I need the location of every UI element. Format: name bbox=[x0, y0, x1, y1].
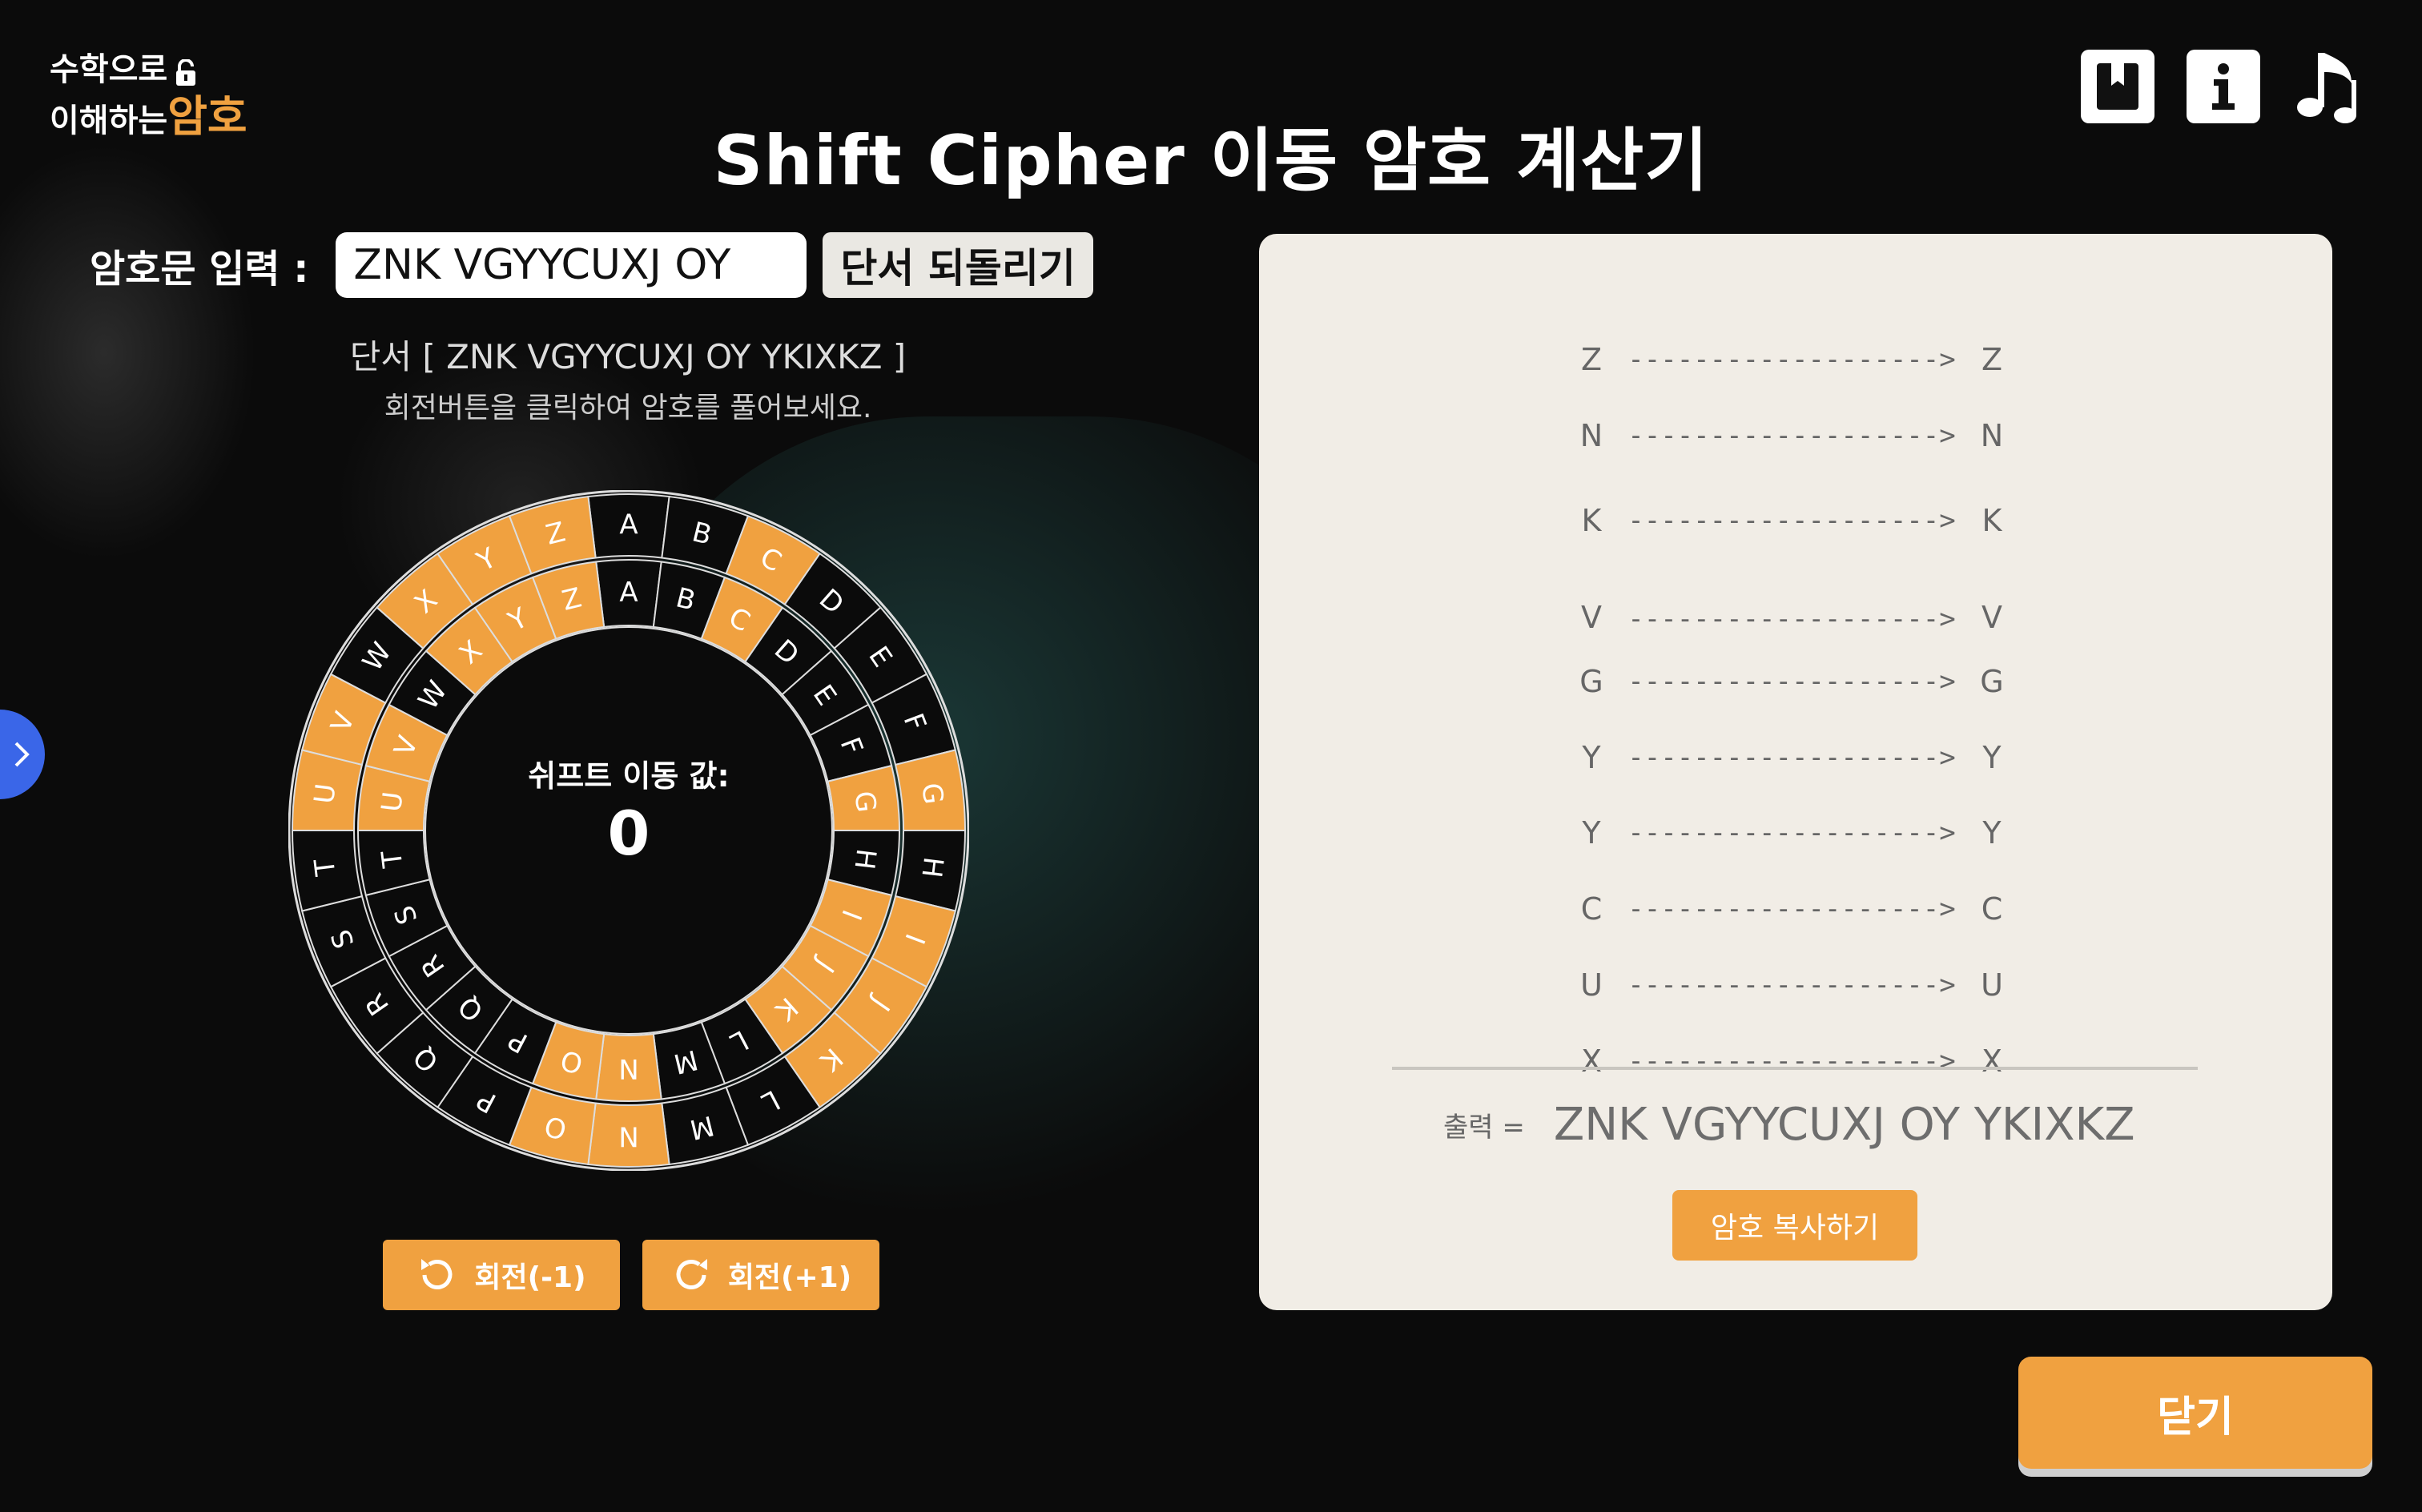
wheel-letter: H bbox=[915, 855, 949, 879]
side-panel-toggle[interactable] bbox=[0, 710, 45, 799]
wheel-letter: A bbox=[619, 577, 638, 609]
wheel-letter: N bbox=[618, 1120, 638, 1152]
mapping-arrow: -------------------> bbox=[1627, 741, 1956, 774]
mapping-from: Y bbox=[1582, 815, 1601, 851]
mapping-from: Y bbox=[1582, 739, 1601, 775]
bookmark-button[interactable] bbox=[2081, 50, 2154, 123]
revert-clue-button[interactable]: 단서 되돌리기 bbox=[823, 232, 1093, 298]
mapping-to: U bbox=[1981, 967, 2003, 1003]
close-button[interactable]: 닫기 bbox=[2018, 1357, 2372, 1469]
rotate-ccw-icon bbox=[421, 1259, 453, 1289]
mapping-to: V bbox=[1981, 600, 2002, 636]
cipher-text-input[interactable]: ZNK VGYYCUXJ OY bbox=[336, 232, 807, 298]
wheel-letter: G bbox=[847, 790, 882, 814]
mapping-to: Z bbox=[1981, 342, 2003, 378]
mapping-list[interactable]: Z -------------------> Z N -----------------… bbox=[1555, 322, 2036, 1099]
output-text: ZNK VGYYCUXJ OY YKIXKZ bbox=[1553, 1099, 2135, 1151]
mapping-row: Y -------------------> Y bbox=[1555, 719, 2036, 795]
cipher-input-label: 암호문 입력 : bbox=[90, 247, 309, 292]
wheel-letter: H bbox=[847, 847, 882, 871]
clue-text: 단서 [ ZNK VGYYCUXJ OY YKIXKZ ] bbox=[349, 337, 907, 376]
music-button[interactable] bbox=[2292, 50, 2366, 123]
mapping-from: C bbox=[1580, 891, 1603, 927]
rotate-controls: 회전(-1) 회전(+1) bbox=[383, 1240, 879, 1310]
mapping-row: X -------------------> X bbox=[1555, 1023, 2036, 1099]
mapping-to: N bbox=[1980, 418, 2004, 454]
mapping-to: K bbox=[1981, 503, 2002, 539]
mapping-arrow: -------------------> bbox=[1627, 968, 1956, 1001]
mapping-from: Z bbox=[1580, 342, 1603, 378]
shift-value: 0 bbox=[608, 798, 650, 869]
rotate-plus-label: 회전(+1) bbox=[727, 1261, 852, 1294]
music-note-icon bbox=[2297, 53, 2356, 123]
mapping-from: G bbox=[1579, 663, 1603, 699]
rotate-cw-icon bbox=[676, 1259, 707, 1289]
mapping-from: V bbox=[1581, 600, 1602, 636]
mapping-from: K bbox=[1581, 503, 1602, 539]
mapping-arrow: -------------------> bbox=[1627, 893, 1956, 926]
wheel-letter: A bbox=[619, 509, 638, 541]
mapping-row: V -------------------> V bbox=[1555, 568, 2036, 644]
cipher-wheel: A BCDEFGHIJKLMNOPQRSTUVWXYZA BCDEFGHIJKLMN… bbox=[288, 490, 969, 1171]
mapping-arrow: -------------------> bbox=[1627, 344, 1956, 376]
mapping-arrow: -------------------> bbox=[1627, 420, 1956, 452]
shift-value-label: 쉬프트 이동 값: bbox=[528, 758, 729, 794]
mapping-arrow: -------------------> bbox=[1627, 665, 1956, 698]
mapping-arrow: -------------------> bbox=[1627, 817, 1956, 850]
mapping-to: Y bbox=[1982, 739, 2002, 775]
top-toolbar bbox=[2081, 50, 2366, 123]
mapping-arrow: -------------------> bbox=[1627, 505, 1956, 537]
rotate-minus-label: 회전(-1) bbox=[474, 1261, 586, 1294]
mapping-row: N -------------------> N bbox=[1555, 398, 2036, 474]
mapping-row: Z -------------------> Z bbox=[1555, 322, 2036, 398]
mapping-from: X bbox=[1580, 1043, 1603, 1079]
wheel-letter: G bbox=[915, 782, 949, 806]
cipher-input-row: 암호문 입력 : ZNK VGYYCUXJ OY 단서 되돌리기 bbox=[90, 232, 1093, 298]
wheel-letter: U bbox=[308, 782, 343, 806]
mapping-arrow: -------------------> bbox=[1627, 1044, 1956, 1077]
mapping-to: X bbox=[1981, 1043, 2003, 1079]
mapping-row: U -------------------> U bbox=[1555, 947, 2036, 1023]
logo-line1: 수학으로 bbox=[50, 51, 168, 88]
mapping-row: C -------------------> C bbox=[1555, 871, 2036, 947]
lock-icon bbox=[175, 56, 196, 86]
chevron-right-icon bbox=[14, 742, 30, 767]
copy-cipher-button[interactable]: 암호 복사하기 bbox=[1672, 1190, 1917, 1261]
mapping-to: Y bbox=[1982, 815, 2002, 851]
output-row: 출력 = ZNK VGYYCUXJ OY YKIXKZ bbox=[1443, 1099, 2135, 1151]
output-label: 출력 = bbox=[1443, 1112, 1525, 1144]
bookmark-icon bbox=[2097, 63, 2138, 110]
wheel-letter: N bbox=[618, 1052, 638, 1084]
info-icon bbox=[2212, 63, 2235, 110]
mapping-to: G bbox=[1980, 663, 2004, 699]
mapping-row: Y -------------------> Y bbox=[1555, 795, 2036, 871]
result-panel: Z -------------------> Z N -----------------… bbox=[1259, 234, 2332, 1310]
info-button[interactable] bbox=[2187, 50, 2260, 123]
page-title: Shift Cipher 이동 암호 계산기 bbox=[713, 121, 1709, 201]
instruction-text: 회전버튼을 클릭하여 암호를 풀어보세요. bbox=[384, 392, 872, 424]
rotate-minus-button[interactable]: 회전(-1) bbox=[383, 1240, 620, 1310]
mapping-arrow: -------------------> bbox=[1627, 603, 1956, 636]
mapping-row: K -------------------> K bbox=[1555, 474, 2036, 568]
wheel-letter: U bbox=[376, 790, 410, 814]
mapping-to: C bbox=[1981, 891, 2003, 927]
rotate-plus-button[interactable]: 회전(+1) bbox=[642, 1240, 879, 1310]
mapping-from: N bbox=[1579, 418, 1603, 454]
mapping-from: U bbox=[1580, 967, 1603, 1003]
mapping-row: G -------------------> G bbox=[1555, 643, 2036, 719]
divider bbox=[1392, 1067, 2198, 1070]
